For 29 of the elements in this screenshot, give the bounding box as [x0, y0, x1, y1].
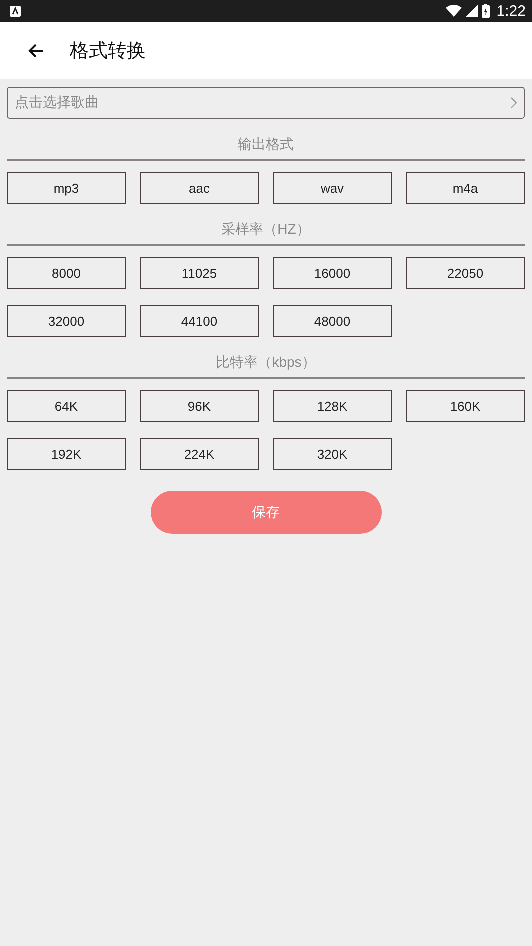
section-title: 比特率（kbps）	[215, 353, 317, 371]
option-button[interactable]: 320K	[273, 438, 392, 470]
option-button[interactable]: 64K	[7, 390, 126, 422]
option-button[interactable]: 224K	[140, 438, 259, 470]
option-button[interactable]: 160K	[406, 390, 525, 422]
chevron-right-icon	[510, 97, 518, 109]
option-button[interactable]: wav	[273, 172, 392, 204]
wifi-icon	[446, 5, 462, 17]
back-arrow-icon[interactable]	[27, 42, 45, 60]
section-title: 采样率（HZ）	[220, 220, 312, 238]
option-button[interactable]: 192K	[7, 438, 126, 470]
notification-icon	[10, 6, 21, 16]
battery-icon	[482, 4, 490, 18]
option-button[interactable]: aac	[140, 172, 259, 204]
signal-icon	[466, 5, 478, 17]
option-button[interactable]: mp3	[7, 172, 126, 204]
option-button[interactable]: 16000	[273, 257, 392, 289]
option-button[interactable]: 8000	[7, 257, 126, 289]
option-button[interactable]: 22050	[406, 257, 525, 289]
option-button[interactable]: 128K	[273, 390, 392, 422]
option-button[interactable]: 44100	[140, 305, 259, 337]
section-title: 输出格式	[237, 135, 295, 153]
status-time: 1:22	[496, 2, 526, 20]
option-button[interactable]: 11025	[140, 257, 259, 289]
option-button[interactable]: 96K	[140, 390, 259, 422]
option-button[interactable]: 32000	[7, 305, 126, 337]
option-button[interactable]: m4a	[406, 172, 525, 204]
option-button[interactable]: 48000	[273, 305, 392, 337]
page-title: 格式转换	[70, 40, 146, 64]
